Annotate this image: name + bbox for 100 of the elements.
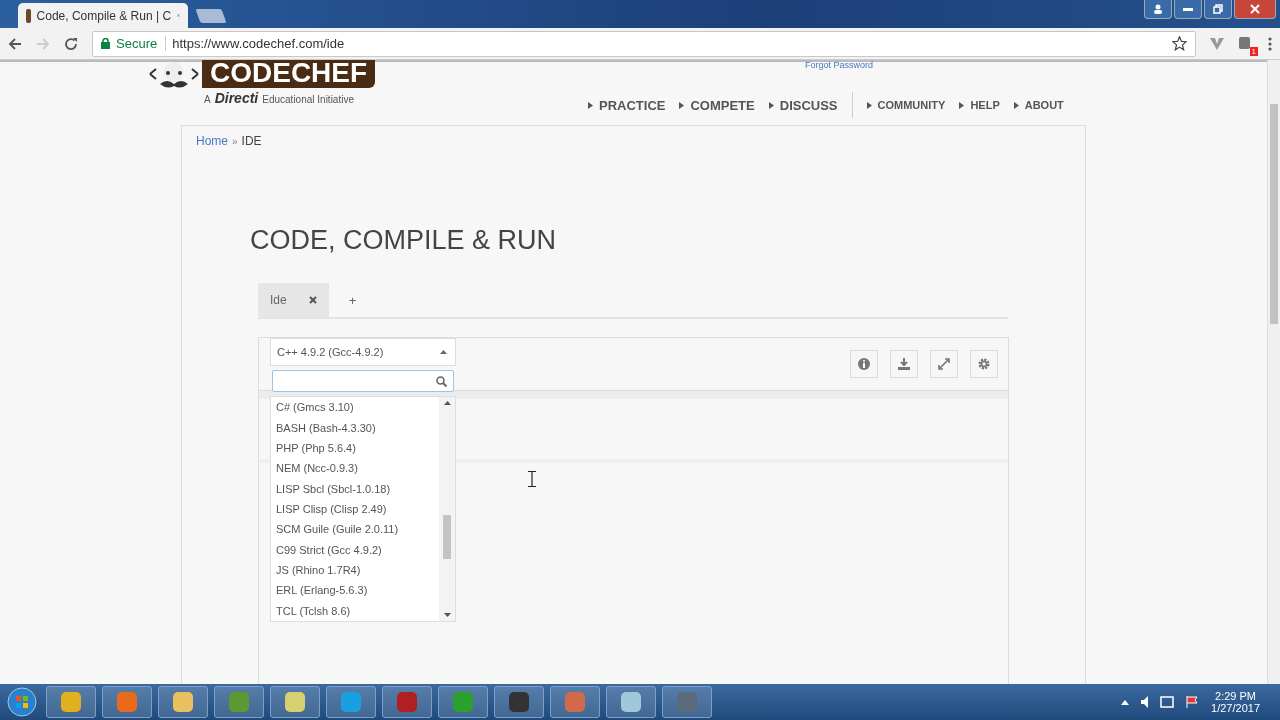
taskbar-app-button[interactable] <box>326 686 376 718</box>
language-option[interactable]: TCL (Tclsh 8.6) <box>271 600 439 621</box>
triangle-right-icon <box>959 101 965 109</box>
expand-button[interactable] <box>930 350 958 378</box>
notification-badge: 1 <box>1249 46 1258 56</box>
restore-icon <box>1213 4 1223 14</box>
breadcrumb-separator: » <box>232 135 238 147</box>
start-button[interactable] <box>4 685 40 719</box>
settings-button[interactable] <box>970 350 998 378</box>
app-icon <box>60 691 82 713</box>
breadcrumb-current: IDE <box>241 134 262 148</box>
language-option[interactable]: NEM (Ncc-0.9.3) <box>271 458 439 479</box>
menu-icon[interactable] <box>1268 36 1272 51</box>
forgot-password-link[interactable]: Forgot Password <box>805 60 874 70</box>
expand-icon <box>938 358 950 370</box>
caret-up-icon <box>440 350 447 354</box>
download-button[interactable] <box>890 350 918 378</box>
nav-link[interactable]: HELP <box>959 99 1000 111</box>
close-icon <box>1250 4 1260 14</box>
app-icon <box>116 691 138 713</box>
triangle-right-icon <box>768 101 774 109</box>
browser-tab-title: Code, Compile & Run | C <box>36 8 172 23</box>
language-option[interactable]: PHP (Php 5.6.4) <box>271 437 439 459</box>
nav-link[interactable]: DISCUSS <box>768 97 838 113</box>
nav-link[interactable]: PRACTICE <box>588 97 666 113</box>
nav-link[interactable]: COMPETE <box>679 97 755 113</box>
language-option[interactable]: JS (Rhino 1.7R4) <box>271 559 439 581</box>
triangle-right-icon <box>588 101 593 109</box>
scrollbar-thumb[interactable] <box>443 515 451 559</box>
language-option[interactable]: BASH (Bash-4.3.30) <box>271 417 439 438</box>
clock-time[interactable]: 2:29 PM <box>1215 690 1256 702</box>
new-tab-button[interactable] <box>195 9 227 23</box>
app-icon <box>284 691 306 713</box>
close-button[interactable] <box>1234 0 1276 19</box>
v-shape-icon[interactable] <box>1210 37 1224 50</box>
page-heading: CODE, COMPILE & RUN <box>250 225 558 256</box>
info-button[interactable] <box>850 350 878 378</box>
app-icon <box>676 691 698 713</box>
taskbar-app-button[interactable] <box>102 686 152 718</box>
app-icon <box>564 691 586 713</box>
taskbar-app-button[interactable] <box>550 686 600 718</box>
download-icon <box>898 358 910 370</box>
app-icon <box>396 691 418 713</box>
editor-tab[interactable]: Ide <box>258 283 329 317</box>
taskbar-app-button[interactable] <box>214 686 264 718</box>
address-bar[interactable]: Secure https://www.codechef.com/ide <box>92 30 1196 57</box>
language-option[interactable]: SCM Guile (Guile 2.0.11) <box>271 519 439 540</box>
language-option[interactable]: LISP Clisp (Clisp 2.49) <box>271 498 439 520</box>
app-icon <box>228 691 250 713</box>
taskbar-app-button[interactable] <box>606 686 656 718</box>
restore-button[interactable] <box>1204 0 1232 19</box>
scrollbar[interactable] <box>439 397 455 621</box>
search-field[interactable] <box>272 370 454 392</box>
back-icon[interactable] <box>8 36 22 51</box>
nav-link[interactable]: COMMUNITY <box>866 99 946 111</box>
lock-icon <box>101 38 110 49</box>
language-select[interactable]: C++ 4.9.2 (Gcc-4.9.2) <box>270 338 456 366</box>
browser-tab[interactable]: Code, Compile & Run | C <box>18 3 188 28</box>
search-icon <box>436 375 447 387</box>
reload-icon[interactable] <box>64 36 78 51</box>
scroll-down-icon[interactable] <box>443 613 451 617</box>
taskbar-app-button[interactable] <box>158 686 208 718</box>
secure-label: Secure <box>116 36 167 51</box>
logo-text[interactable]: CODECHEF <box>202 60 376 88</box>
scroll-up-icon[interactable] <box>443 401 451 405</box>
language-option[interactable]: LISP Sbcl (Sbcl-1.0.18) <box>271 478 439 499</box>
star-icon[interactable] <box>1172 36 1187 51</box>
app-icon <box>340 691 362 713</box>
settings-icon <box>978 358 990 370</box>
url-text: https://www.codechef.com/ide <box>172 36 345 51</box>
taskbar-app-button[interactable] <box>494 686 544 718</box>
triangle-right-icon <box>866 101 872 109</box>
extension-icon <box>1238 35 1252 50</box>
taskbar-app-button[interactable] <box>46 686 96 718</box>
tagline-brand: Directi <box>214 90 259 106</box>
clock-date[interactable]: 1/27/2017 <box>1211 702 1260 714</box>
taskbar-app-button[interactable] <box>270 686 320 718</box>
language-option[interactable]: ERL (Erlang-5.6.3) <box>271 580 439 601</box>
person-icon <box>1153 4 1163 14</box>
taskbar-app-button[interactable] <box>438 686 488 718</box>
taskbar-app-button[interactable] <box>382 686 432 718</box>
add-tab-button[interactable]: + <box>342 291 363 309</box>
language-option[interactable]: C99 Strict (Gcc 4.9.2) <box>271 539 439 560</box>
minimize-button[interactable] <box>1174 0 1202 19</box>
app-icon <box>452 691 474 713</box>
minimize-icon <box>1183 7 1193 11</box>
tagline-prefix: A <box>204 94 211 105</box>
app-icon <box>172 691 194 713</box>
taskbar-app-button[interactable] <box>662 686 712 718</box>
breadcrumb-link[interactable]: Home <box>196 134 228 148</box>
tagline-text: Educational Initiative <box>262 94 354 105</box>
page-scrollbar[interactable] <box>1267 60 1280 684</box>
triangle-right-icon <box>679 101 685 109</box>
triangle-right-icon <box>1013 101 1019 109</box>
scrollbar-thumb[interactable] <box>1270 104 1278 324</box>
user-button[interactable] <box>1144 0 1172 19</box>
nav-link[interactable]: ABOUT <box>1013 99 1064 111</box>
close-icon[interactable] <box>308 296 317 304</box>
app-icon <box>620 691 642 713</box>
language-option[interactable]: C# (Gmcs 3.10) <box>271 397 439 418</box>
